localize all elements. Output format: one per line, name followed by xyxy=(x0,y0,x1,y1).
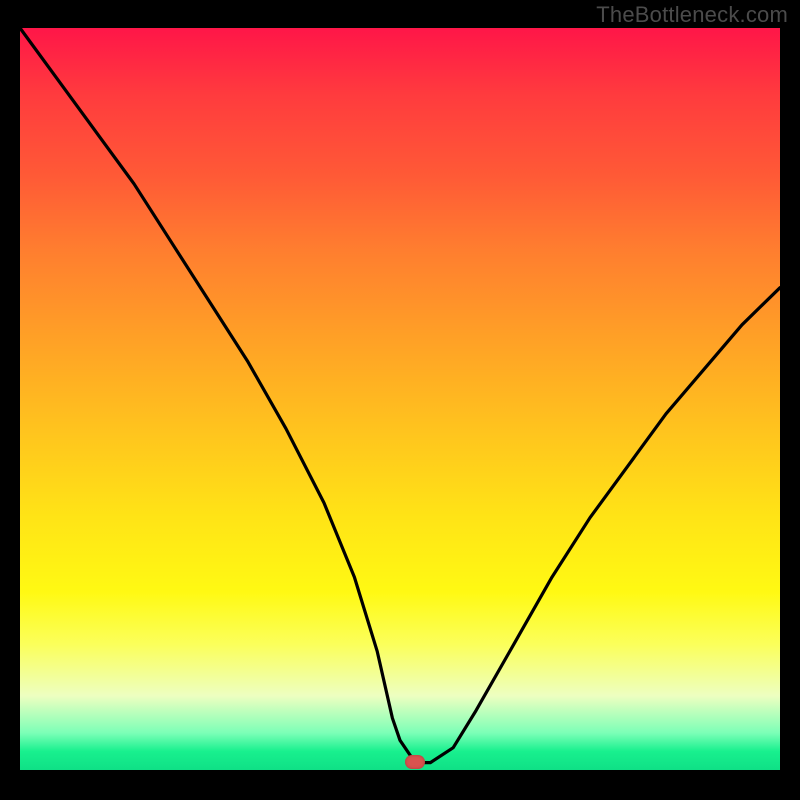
chart-frame: TheBottleneck.com xyxy=(0,0,800,800)
plot-area xyxy=(20,28,780,770)
watermark-text: TheBottleneck.com xyxy=(596,2,788,28)
optimum-marker xyxy=(405,755,425,769)
bottleneck-curve xyxy=(20,28,780,763)
curve-svg xyxy=(20,28,780,770)
